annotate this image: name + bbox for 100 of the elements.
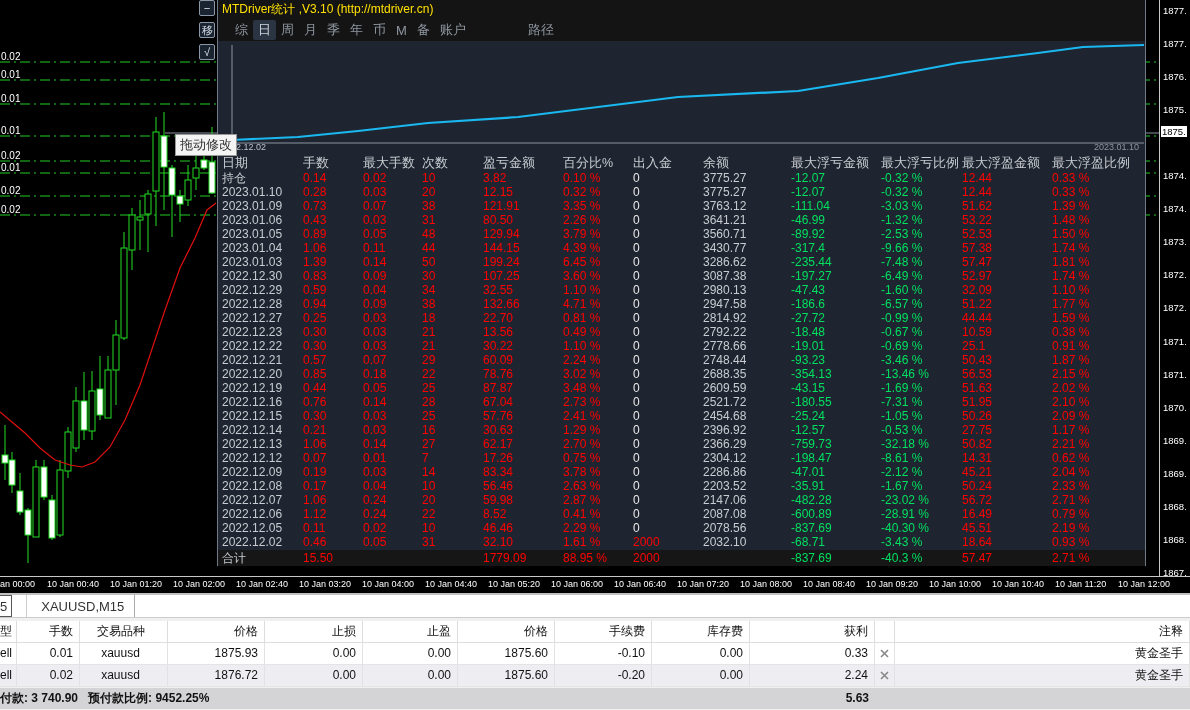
table-cell-text: 50.24 (962, 479, 994, 493)
time-label: 10 Jan 06:00 (551, 578, 605, 591)
close-icon[interactable] (880, 671, 889, 680)
table-cell-text: 27.75 (962, 423, 994, 437)
total-cell-text: 合计 (222, 550, 247, 566)
period-tab[interactable]: 币 (368, 20, 391, 40)
panel-tool-button[interactable]: 移 (199, 22, 215, 38)
table-cell-text: 1.87 % (1052, 353, 1091, 367)
table-cell-text: 45.21 (962, 465, 994, 479)
period-tab[interactable]: 路径 (522, 20, 559, 40)
table-cell-text: -0.69 % (881, 339, 924, 353)
table-cell-text: 67.04 (483, 395, 515, 409)
period-tab[interactable]: 日 (253, 20, 276, 40)
time-label: 10 Jan 01:20 (110, 578, 164, 591)
column-header: 止盈 (363, 621, 458, 642)
table-cell-text: 0.07 (363, 353, 388, 367)
table-cell: 0.00 (265, 665, 363, 686)
table-cell-text: 0.89 (303, 227, 328, 241)
table-cell-text: 2023.01.10 (222, 185, 284, 199)
table-cell-text: 0.03 (363, 185, 388, 199)
table-cell-text: 10 (422, 171, 437, 185)
table-cell-text: 1.10 % (1052, 283, 1091, 297)
period-tab[interactable]: M (391, 20, 412, 40)
period-tab[interactable]: 周 (276, 20, 299, 40)
table-cell-text: 0 (633, 241, 641, 255)
column-header: 获利 (750, 621, 875, 642)
table-cell-text: 0 (633, 213, 641, 227)
column-header: 交易品种 (80, 621, 168, 642)
table-cell-text: 2980.13 (703, 283, 748, 297)
balance-text: 付款: 3 740.90 (0, 690, 79, 707)
table-cell-text: 16.49 (962, 507, 994, 521)
table-cell-text: 0 (633, 367, 641, 381)
table-cell-text: 2023.01.04 (222, 241, 284, 255)
order-level-label: 0.01 (1, 93, 21, 104)
period-tab[interactable]: 账户 (434, 20, 471, 40)
table-cell-text: 21 (422, 325, 437, 339)
table-cell-text: 0 (633, 185, 641, 199)
period-tab[interactable]: 备 (411, 20, 435, 40)
table-cell: 1875.60 (458, 643, 555, 664)
table-cell-text: 1.10 % (563, 339, 602, 353)
table-cell-text: 0.11 (363, 241, 387, 255)
panel-title: MTDriver统计 ,V3.10 (http://mtdriver.cn) (218, 0, 1145, 19)
table-cell-text: 129.94 (483, 227, 521, 241)
time-label: 10 Jan 07:20 (677, 578, 731, 591)
table-cell-text: 44.44 (962, 311, 994, 325)
table-cell-text: 2147.06 (703, 493, 748, 507)
column-header: 手数 (17, 621, 80, 642)
table-cell-text: 0.14 (363, 437, 388, 451)
table-cell-text: 3560.71 (703, 227, 748, 241)
price-label: 1874. (1163, 170, 1187, 182)
period-tab[interactable]: 综 (230, 20, 253, 40)
table-cell-text: 32.09 (962, 283, 994, 297)
table-cell-text: 2688.35 (703, 367, 748, 381)
table-cell-text: 1.59 % (1052, 311, 1091, 325)
table-cell-text: 27 (422, 437, 437, 451)
close-icon[interactable] (880, 649, 889, 658)
table-cell-text: 87.87 (483, 381, 515, 395)
table-cell: 0.00 (652, 665, 750, 686)
table-cell-text: 3775.27 (703, 185, 748, 199)
price-label: 1868. (1163, 500, 1187, 512)
table-cell-text: -40.30 % (881, 521, 931, 535)
table-cell-text: 0.07 (303, 451, 328, 465)
table-cell-text: 10.59 (962, 325, 994, 339)
table-cell-text: 80.50 (483, 213, 515, 227)
table-cell-text: 0.30 (303, 339, 328, 353)
table-cell-text: 0.04 (363, 479, 388, 493)
table-cell-text: 50 (422, 255, 437, 269)
table-cell-text: 0.14 (363, 255, 388, 269)
tooltip: 拖动修改 (175, 134, 237, 156)
time-label: 10 Jan 06:40 (614, 578, 668, 591)
chart-tab[interactable]: 5 (0, 595, 13, 617)
column-header: 余额 (703, 155, 730, 171)
chart-tab[interactable]: XAUUSD,M15 (26, 595, 136, 617)
price-label: 1873. (1163, 236, 1187, 248)
period-tab[interactable]: 年 (345, 20, 368, 40)
table-cell-text: -317.4 (791, 241, 827, 255)
table-cell-text: 51.62 (962, 199, 994, 213)
table-cell-text: -12.57 (791, 423, 827, 437)
table-cell-text: 0 (633, 507, 641, 521)
table-cell-text: 2022.12.13 (222, 437, 284, 451)
panel-tool-button[interactable]: √ (199, 44, 215, 60)
table-cell-text: 0.76 (303, 395, 328, 409)
table-cell-text: 2286.86 (703, 465, 748, 479)
table-cell-text: 0 (633, 465, 641, 479)
period-tab[interactable]: 月 (299, 20, 322, 40)
table-cell-text: 1.48 % (1052, 213, 1091, 227)
table-cell-text: -12.07 (791, 185, 827, 199)
table-cell-text: 17.26 (483, 451, 515, 465)
table-cell-text: 22 (422, 507, 437, 521)
table-cell-text: 0.33 % (1052, 171, 1091, 185)
panel-tool-button[interactable]: − (199, 0, 215, 16)
table-cell-text: 3775.27 (703, 171, 748, 185)
table-cell-text: -1.67 % (881, 479, 924, 493)
margin-level-text: 预付款比例: 9452.25% (88, 690, 210, 707)
period-tab[interactable]: 季 (322, 20, 345, 40)
price-label: 1872. (1163, 269, 1187, 281)
price-label: 1877. (1163, 38, 1187, 50)
time-label: an 00:00 (0, 578, 37, 591)
time-label: 10 Jan 08:00 (740, 578, 794, 591)
table-cell-text: 2.09 % (1052, 409, 1091, 423)
